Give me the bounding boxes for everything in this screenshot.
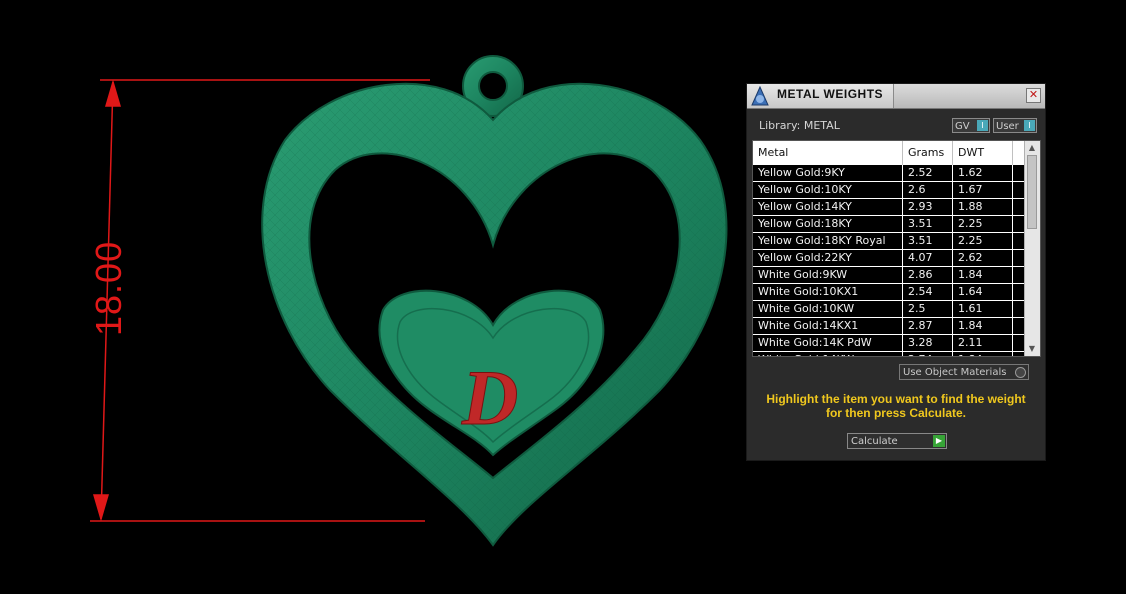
column-header-dwt[interactable]: DWT <box>953 141 1013 165</box>
table-row[interactable]: Yellow Gold:18KY 3.51 2.25 <box>753 216 1025 233</box>
table-row[interactable]: Yellow Gold:18KY Royal 3.51 2.25 <box>753 233 1025 250</box>
table-row[interactable]: White Gold:10KW 2.5 1.61 <box>753 301 1025 318</box>
calculate-button[interactable]: Calculate ▶ <box>847 433 947 449</box>
grams-cell: 3.28 <box>903 335 953 351</box>
table-row[interactable]: White Gold:9KW 2.86 1.84 <box>753 267 1025 284</box>
dwt-cell: 1.84 <box>953 318 1013 334</box>
grams-cell: 2.86 <box>903 267 953 283</box>
table-row[interactable]: White Gold:14KX1 2.87 1.84 <box>753 318 1025 335</box>
grams-cell: 2.74 <box>903 352 953 356</box>
metal-cell: Yellow Gold:10KY <box>753 182 903 198</box>
metal-cell: Yellow Gold:18KY Royal <box>753 233 903 249</box>
dwt-cell: 2.62 <box>953 250 1013 266</box>
grams-cell: 2.6 <box>903 182 953 198</box>
metal-cell: White Gold:14KW <box>753 352 903 356</box>
dwt-cell: 1.62 <box>953 165 1013 181</box>
metal-cell: Yellow Gold:18KY <box>753 216 903 232</box>
grams-cell: 2.87 <box>903 318 953 334</box>
scroll-thumb[interactable] <box>1027 155 1037 229</box>
panel-title-tab: METAL WEIGHTS <box>747 84 894 108</box>
dwt-cell: 1.84 <box>953 267 1013 283</box>
metal-cell: White Gold:10KX1 <box>753 284 903 300</box>
metal-cell: White Gold:14KX1 <box>753 318 903 334</box>
table-row[interactable]: Yellow Gold:14KY 2.93 1.88 <box>753 199 1025 216</box>
grams-cell: 2.93 <box>903 199 953 215</box>
table-header: Metal Grams DWT <box>753 141 1025 165</box>
dwt-cell: 1.88 <box>953 199 1013 215</box>
dimension-value: 18.00 <box>88 240 129 336</box>
calculate-label: Calculate <box>851 436 898 447</box>
filter-gv-label: GV <box>955 121 970 132</box>
toggle-icon: I <box>1024 120 1035 131</box>
grams-cell: 2.54 <box>903 284 953 300</box>
column-header-grams[interactable]: Grams <box>903 141 953 165</box>
metal-cell: White Gold:14K PdW <box>753 335 903 351</box>
rhino-app-icon <box>751 86 769 106</box>
play-icon: ▶ <box>933 435 945 447</box>
table-row[interactable]: White Gold:10KX1 2.54 1.64 <box>753 284 1025 301</box>
metal-cell: White Gold:9KW <box>753 267 903 283</box>
dwt-cell: 2.25 <box>953 216 1013 232</box>
dwt-cell: 1.84 <box>953 352 1013 356</box>
dwt-cell: 2.11 <box>953 335 1013 351</box>
radio-icon[interactable] <box>1015 367 1026 378</box>
filter-gv-button[interactable]: GV I <box>952 118 990 133</box>
filter-user-label: User <box>996 121 1019 132</box>
metal-cell: Yellow Gold:9KY <box>753 165 903 181</box>
dwt-cell: 1.61 <box>953 301 1013 317</box>
metal-weights-table[interactable]: Metal Grams DWT Yellow Gold:9KY 2.52 1.62 Y… <box>752 140 1041 357</box>
metal-cell: Yellow Gold:14KY <box>753 199 903 215</box>
table-row[interactable]: White Gold:14K PdW 3.28 2.11 <box>753 335 1025 352</box>
metal-cell: White Gold:10KW <box>753 301 903 317</box>
grams-cell: 3.51 <box>903 233 953 249</box>
dwt-cell: 1.64 <box>953 284 1013 300</box>
dwt-cell: 1.67 <box>953 182 1013 198</box>
panel-title: METAL WEIGHTS <box>777 87 884 101</box>
grams-cell: 2.5 <box>903 301 953 317</box>
dwt-cell: 2.25 <box>953 233 1013 249</box>
table-row[interactable]: White Gold:14KW2.741.84 <box>753 352 1025 356</box>
monogram-letter: D <box>461 354 518 441</box>
scroll-up-icon[interactable]: ▲ <box>1027 143 1037 153</box>
column-header-metal[interactable]: Metal <box>753 141 903 165</box>
table-row[interactable]: Yellow Gold:9KY 2.52 1.62 <box>753 165 1025 182</box>
scroll-down-icon[interactable]: ▼ <box>1027 344 1037 354</box>
use-object-materials-option[interactable]: Use Object Materials <box>899 364 1029 380</box>
panel-titlebar[interactable]: METAL WEIGHTS ✕ <box>747 84 1045 109</box>
grams-cell: 4.07 <box>903 250 953 266</box>
use-object-materials-label: Use Object Materials <box>903 367 1007 378</box>
table-scrollbar[interactable]: ▲ ▼ <box>1024 141 1040 356</box>
table-body: Yellow Gold:9KY 2.52 1.62 Yellow Gold:10KY 2… <box>753 165 1025 356</box>
grams-cell: 3.51 <box>903 216 953 232</box>
instruction-text: Highlight the item you want to find the … <box>766 392 1026 420</box>
table-row[interactable]: Yellow Gold:22KY 4.07 2.62 <box>753 250 1025 267</box>
toggle-icon: I <box>977 120 988 131</box>
close-icon[interactable]: ✕ <box>1026 88 1041 103</box>
filter-user-button[interactable]: User I <box>993 118 1037 133</box>
grams-cell: 2.52 <box>903 165 953 181</box>
metal-weights-panel[interactable]: METAL WEIGHTS ✕ Library: METAL GV I User… <box>746 83 1046 461</box>
library-label: Library: METAL <box>759 119 840 132</box>
table-row[interactable]: Yellow Gold:10KY 2.6 1.67 <box>753 182 1025 199</box>
metal-cell: Yellow Gold:22KY <box>753 250 903 266</box>
